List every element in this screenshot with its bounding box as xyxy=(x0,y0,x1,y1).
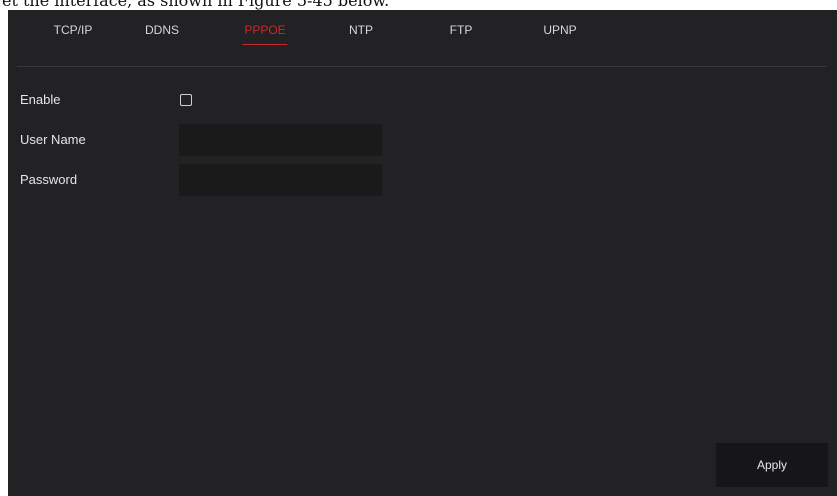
tab-pppoe-label: PPPOE xyxy=(244,23,286,37)
enable-label: Enable xyxy=(20,92,61,107)
tab-divider xyxy=(17,66,827,67)
password-label: Password xyxy=(20,172,78,187)
tab-tcp-ip[interactable]: TCP/IP xyxy=(54,10,93,50)
username-input[interactable] xyxy=(179,124,382,156)
pppoe-settings-screen: TCP/IP DDNS PPPOE NTP FTP UPNP Enable Us… xyxy=(8,10,837,496)
figure-caption-text: et the interface, as shown in Figure 5-4… xyxy=(2,0,390,10)
tab-ftp[interactable]: FTP xyxy=(450,10,473,50)
username-label: User Name xyxy=(20,132,86,147)
network-tab-bar: TCP/IP DDNS PPPOE NTP FTP UPNP xyxy=(8,10,837,54)
enable-checkbox[interactable] xyxy=(180,94,192,106)
password-input[interactable] xyxy=(179,164,382,196)
tab-ntp[interactable]: NTP xyxy=(349,10,373,50)
tab-ddns[interactable]: DDNS xyxy=(145,10,179,50)
apply-button-label: Apply xyxy=(756,458,788,472)
tab-pppoe[interactable]: PPPOE xyxy=(242,10,288,50)
apply-button[interactable]: Apply xyxy=(716,443,828,487)
tab-upnp[interactable]: UPNP xyxy=(543,10,576,50)
figure-caption: et the interface, as shown in Figure 5-4… xyxy=(0,0,837,10)
active-tab-indicator xyxy=(242,44,288,45)
